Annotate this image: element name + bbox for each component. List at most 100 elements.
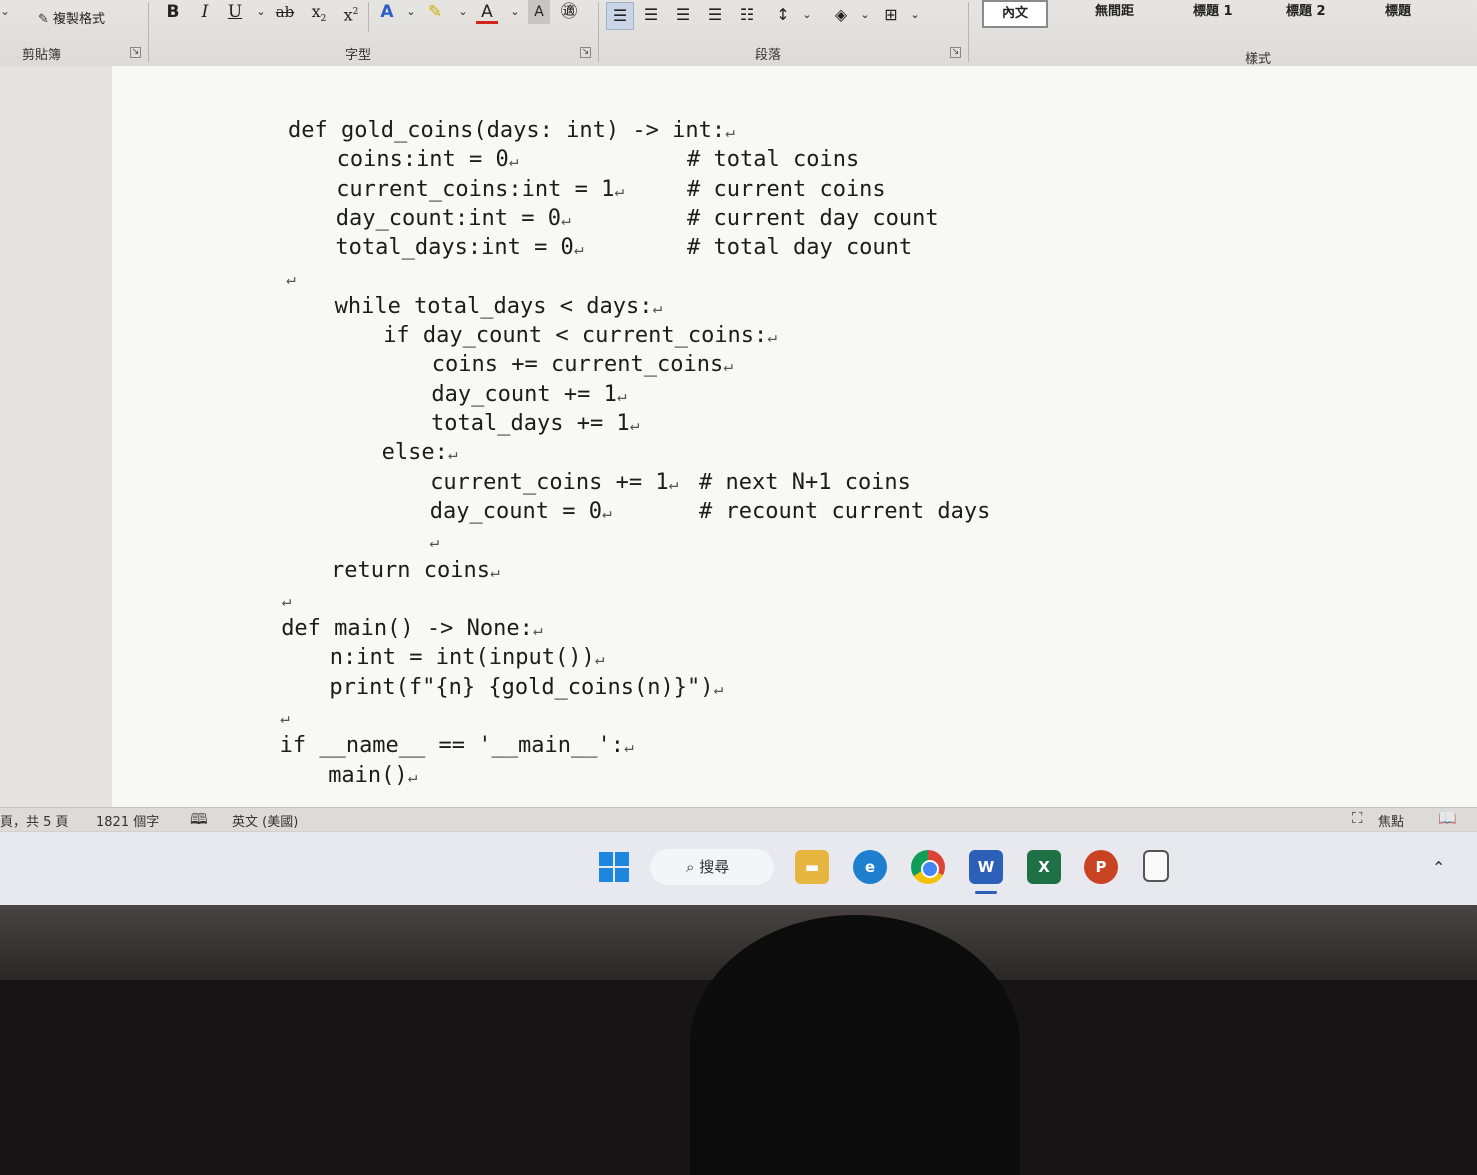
- justify-button[interactable]: ☰: [702, 2, 728, 28]
- code-line[interactable]: total_days:int = 0↵: [335, 235, 583, 260]
- paragraph-mark-icon: ↵: [447, 444, 458, 464]
- taskbar: ⌕ 搜尋 ▬ e W X P ⌃: [0, 831, 1477, 905]
- font-color-icon[interactable]: A: [476, 0, 498, 24]
- highlight-dropdown-icon[interactable]: ⌄: [452, 0, 474, 24]
- font-launcher-icon[interactable]: ↘: [580, 47, 591, 58]
- code-line[interactable]: ↵: [280, 704, 290, 729]
- code-text: print(f"{n} {gold_coins(n)}"): [329, 674, 714, 700]
- code-line[interactable]: if __name__ == '__main__':↵: [280, 733, 634, 758]
- paragraph-mark-icon: ↵: [614, 180, 624, 200]
- word-count[interactable]: 1821 個字: [96, 811, 159, 830]
- code-line[interactable]: return coins↵: [331, 558, 500, 583]
- paragraph-launcher-icon[interactable]: ↘: [950, 47, 961, 58]
- code-line[interactable]: coins += current_coins↵: [432, 352, 733, 377]
- code-comment: # next N+1 coins: [699, 469, 911, 495]
- code-text: day_count:int = 0: [335, 205, 561, 231]
- shading-icon[interactable]: ◈: [828, 2, 854, 28]
- style-heading-1[interactable]: 標題 1: [1193, 0, 1233, 24]
- code-line[interactable]: current_coins:int = 1↵: [336, 177, 624, 202]
- document-page[interactable]: def gold_coins(days: int) -> int:↵ coins:…: [112, 66, 1477, 807]
- strikethrough-button[interactable]: ab: [274, 0, 296, 24]
- code-text: coins:int = 0: [336, 147, 509, 173]
- taskbar-search[interactable]: ⌕ 搜尋: [650, 849, 774, 885]
- code-line[interactable]: coins:int = 0↵: [337, 147, 519, 172]
- code-line[interactable]: print(f"{n} {gold_coins(n)}")↵: [329, 675, 723, 700]
- code-line[interactable]: ↵: [286, 265, 296, 290]
- line-spacing-icon[interactable]: ↕: [770, 2, 796, 28]
- code-line[interactable]: if day_count < current_coins:↵: [383, 323, 777, 348]
- format-painter-button[interactable]: ✎ 複製格式: [38, 8, 105, 27]
- bold-button[interactable]: B: [162, 0, 184, 24]
- paragraph-mark-icon: ↵: [508, 151, 519, 171]
- align-left-button[interactable]: ☰: [606, 2, 634, 30]
- character-shading-icon[interactable]: A: [528, 0, 550, 24]
- italic-button[interactable]: I: [194, 0, 216, 24]
- style-no-spacing[interactable]: 無間距: [1095, 0, 1134, 24]
- enclose-characters-icon[interactable]: ㊜: [558, 0, 580, 24]
- excel-icon[interactable]: X: [1027, 850, 1061, 884]
- clipboard-launcher-icon[interactable]: ↘: [130, 47, 141, 58]
- paragraph-mark-icon: ↵: [280, 708, 290, 727]
- text-effects-dropdown-icon[interactable]: ⌄: [400, 0, 422, 24]
- edge-icon[interactable]: e: [853, 850, 887, 884]
- shading-dropdown-icon[interactable]: ⌄: [852, 2, 878, 28]
- underline-button[interactable]: U: [224, 0, 246, 24]
- code-comment: # total coins: [687, 147, 860, 173]
- code-line[interactable]: day_count += 1↵: [431, 382, 626, 407]
- style-no-spacing-label: 無間距: [1095, 4, 1135, 19]
- paragraph-mark-icon: ↵: [560, 209, 571, 229]
- chevron-up-icon[interactable]: ⌃: [1432, 858, 1445, 877]
- code-line[interactable]: ↵: [429, 528, 439, 553]
- chevron-down-icon[interactable]: ⌄: [0, 4, 10, 18]
- paragraph-mark-icon: ↵: [652, 297, 663, 317]
- code-text: day_count += 1: [431, 381, 617, 407]
- format-painter-label: 複製格式: [53, 12, 106, 27]
- code-text: total_days += 1: [431, 411, 630, 436]
- chrome-icon[interactable]: [911, 850, 945, 884]
- align-right-button[interactable]: ☰: [670, 2, 696, 28]
- distributed-button[interactable]: ☷: [734, 2, 760, 28]
- borders-icon[interactable]: ⊞: [878, 2, 904, 28]
- style-normal-label: 內文: [1002, 6, 1029, 21]
- borders-dropdown-icon[interactable]: ⌄: [902, 2, 928, 28]
- word-icon[interactable]: W: [969, 850, 1003, 884]
- style-heading-2[interactable]: 標題 2: [1286, 0, 1326, 24]
- align-center-button[interactable]: ☰: [638, 2, 664, 28]
- code-line[interactable]: day_count = 0↵: [430, 499, 612, 524]
- code-text: main(): [328, 762, 408, 788]
- code-line[interactable]: ↵: [282, 587, 292, 612]
- code-line[interactable]: while total_days < days:↵: [335, 294, 663, 319]
- focus-mode-button[interactable]: 焦點: [1378, 811, 1404, 830]
- code-line[interactable]: n:int = int(input())↵: [330, 645, 605, 670]
- paragraph-mark-icon: ↵: [723, 356, 733, 376]
- subscript-button[interactable]: x2: [308, 0, 330, 24]
- style-normal[interactable]: 內文: [982, 0, 1049, 28]
- paragraph-mark-icon: ↵: [532, 620, 543, 640]
- font-color-dropdown-icon[interactable]: ⌄: [504, 0, 526, 24]
- underline-dropdown-icon[interactable]: ⌄: [250, 0, 272, 24]
- powerpoint-icon[interactable]: P: [1084, 850, 1118, 884]
- read-mode-icon[interactable]: 📖: [1438, 809, 1457, 827]
- code-line[interactable]: main()↵: [328, 763, 417, 788]
- file-explorer-icon[interactable]: ▬: [795, 850, 829, 884]
- notepad-icon[interactable]: [1143, 850, 1169, 882]
- code-line[interactable]: else:↵: [382, 440, 458, 465]
- highlight-icon[interactable]: ✎: [424, 0, 446, 24]
- style-title[interactable]: 標題: [1385, 0, 1411, 24]
- paragraph-mark-icon: ↵: [725, 122, 735, 141]
- superscript-button[interactable]: x2: [340, 0, 362, 24]
- windows-start-icon[interactable]: [597, 850, 631, 884]
- code-line[interactable]: def main() -> None:↵: [281, 616, 542, 641]
- styles-group-label: 樣式: [1245, 52, 1272, 67]
- code-line[interactable]: day_count:int = 0↵: [336, 206, 571, 231]
- code-text: return coins: [331, 557, 490, 583]
- page-count[interactable]: 頁，共 5 頁: [0, 811, 69, 830]
- line-spacing-dropdown-icon[interactable]: ⌄: [794, 2, 820, 28]
- code-line[interactable]: current_coins += 1↵: [430, 470, 678, 495]
- code-comment: # total day count: [687, 235, 913, 261]
- language-indicator[interactable]: 英文 (美國): [232, 811, 298, 830]
- ribbon: ⌄ ✎ 複製格式 剪貼簿 ↘ B I U ⌄ ab x2 x2 A ⌄ ✎ ⌄ …: [0, 0, 1477, 67]
- code-line[interactable]: total_days += 1↵: [431, 411, 639, 436]
- text-effects-icon[interactable]: A: [376, 0, 398, 24]
- code-line[interactable]: def gold_coins(days: int) -> int:↵: [288, 118, 735, 143]
